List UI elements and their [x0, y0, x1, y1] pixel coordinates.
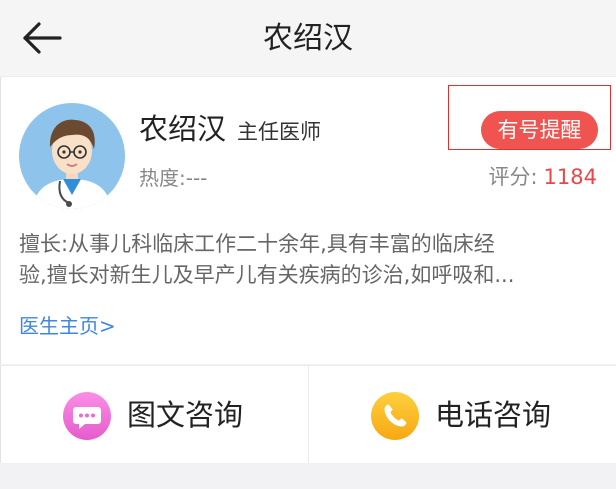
- specialty-line: 擅长:从事儿科临床工作二十余年,具有丰富的临床经: [19, 232, 495, 256]
- text-consult-button[interactable]: 图文咨询: [1, 366, 308, 463]
- top-header: 农绍汉: [0, 0, 616, 77]
- phone-consult-button[interactable]: 电话咨询: [309, 366, 616, 463]
- consult-options: 图文咨询 电话咨询: [0, 365, 616, 463]
- chat-bubble-icon: [63, 392, 111, 440]
- specialty-line: 验,擅长对新生儿及早产儿有关疾病的诊治,如呼吸和...: [19, 263, 515, 287]
- doctor-card: 农绍汉 主任医师 热度:--- 评分: 1184 有号提醒 擅长:从事儿科临床工作…: [0, 77, 616, 364]
- rating-info: 评分: 1184: [488, 164, 597, 190]
- heat-label: 热度:: [139, 166, 186, 190]
- rating-value: 1184: [543, 165, 597, 189]
- rating-label: 评分:: [488, 165, 538, 189]
- doctor-homepage-link[interactable]: 医生主页>: [19, 313, 116, 339]
- doctor-name: 农绍汉: [139, 112, 227, 146]
- doctor-avatar: [19, 103, 125, 209]
- text-consult-label: 图文咨询: [127, 398, 244, 432]
- phone-icon: [371, 392, 419, 440]
- specialty-text: 擅长:从事儿科临床工作二十余年,具有丰富的临床经 验,擅长对新生儿及早产儿有关疾…: [19, 229, 599, 291]
- doctor-title: 主任医师: [237, 120, 321, 144]
- phone-consult-label: 电话咨询: [435, 398, 552, 432]
- appointment-reminder-button[interactable]: 有号提醒: [481, 111, 598, 149]
- page-title: 农绍汉: [263, 21, 353, 56]
- heat-info: 热度:---: [139, 165, 207, 191]
- heat-value: ---: [185, 166, 208, 190]
